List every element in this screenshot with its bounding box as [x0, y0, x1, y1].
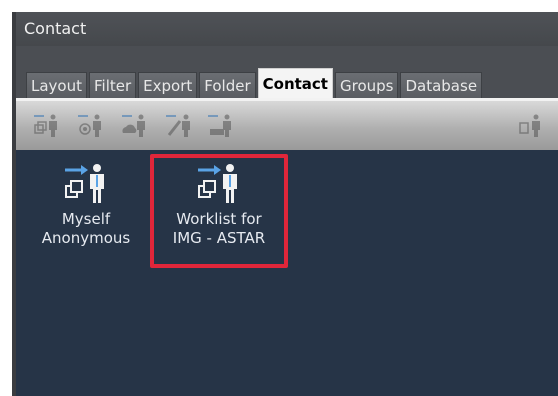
tab-groups[interactable]: Groups [334, 72, 399, 98]
edit-contact-button[interactable] [164, 111, 194, 139]
email-contact-button[interactable] [76, 111, 106, 139]
tab-export[interactable]: Export [138, 72, 198, 98]
window-title: Contact [16, 12, 558, 46]
contact-name-line2: IMG - ASTAR [172, 229, 266, 247]
contact-window: Contact Layout Filter Export Folder Cont… [12, 12, 558, 396]
contact-settings-button[interactable] [516, 111, 546, 139]
cloud-contact-icon [122, 114, 145, 137]
contact-name-line1: Myself [61, 210, 111, 228]
tab-bar: Layout Filter Export Folder Contact Grou… [16, 46, 558, 98]
tab-folder[interactable]: Folder [199, 72, 256, 98]
add-contact-button[interactable] [32, 111, 62, 139]
contact-settings-icon [519, 114, 540, 137]
tab-database[interactable]: Database [400, 72, 483, 98]
move-contact-icon [208, 114, 231, 137]
tab-filter[interactable]: Filter [89, 72, 137, 98]
email-contact-icon [78, 114, 101, 137]
contact-item-myself[interactable]: Myself Anonymous [24, 162, 148, 248]
tab-contact[interactable]: Contact [257, 68, 333, 98]
tab-strip: Layout Filter Export Folder Contact Grou… [26, 68, 484, 98]
contact-person-icon [65, 164, 104, 203]
contact-person-icon [198, 164, 237, 203]
cloud-contact-button[interactable] [120, 111, 150, 139]
move-contact-button[interactable] [206, 111, 236, 139]
contact-name-line2: Anonymous [41, 229, 131, 247]
edit-contact-icon [166, 114, 190, 137]
contact-toolbar [16, 98, 558, 150]
add-contact-icon [34, 114, 57, 137]
contact-item-worklist[interactable]: Worklist for IMG - ASTAR [157, 162, 281, 248]
tab-layout[interactable]: Layout [26, 72, 87, 98]
contact-list-area: Myself Anonymous Worklist for IMG - ASTA… [16, 150, 558, 396]
contact-name-line1: Worklist for [176, 210, 262, 228]
